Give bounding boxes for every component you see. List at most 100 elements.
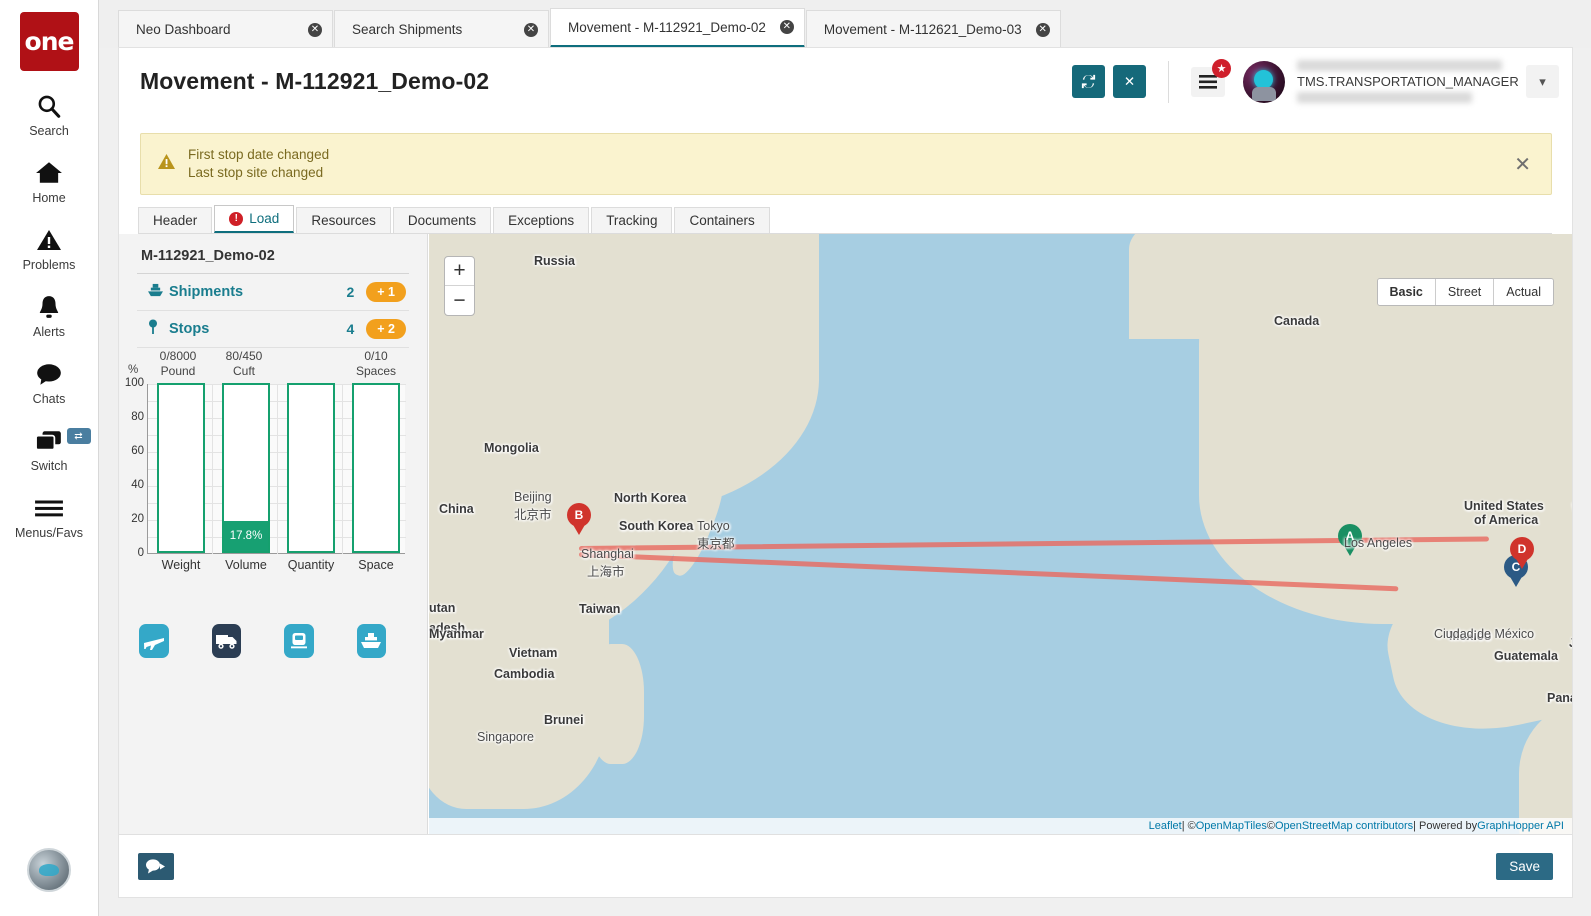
tab-label: Resources bbox=[311, 213, 376, 228]
tab-tracking[interactable]: Tracking bbox=[591, 207, 672, 233]
openstreetmap-link[interactable]: OpenStreetMap contributors bbox=[1275, 820, 1413, 832]
browser-tab-label: Neo Dashboard bbox=[136, 22, 231, 37]
refresh-icon bbox=[1080, 73, 1097, 90]
ocean-mode-icon[interactable] bbox=[357, 624, 387, 658]
map-marker-a[interactable]: A bbox=[1338, 524, 1362, 557]
user-role: TMS.TRANSPORTATION_MANAGER bbox=[1297, 74, 1512, 89]
map-attribution: Leaflet | © OpenMapTiles © OpenStreetMap… bbox=[429, 818, 1572, 834]
map-layer-switcher[interactable]: Basic Street Actual bbox=[1377, 278, 1554, 306]
layer-actual[interactable]: Actual bbox=[1494, 279, 1553, 305]
browser-tab-movement-demo-02[interactable]: Movement - M-112921_Demo-02 ✕ bbox=[550, 8, 805, 48]
chart-plot-area: 100 80 60 40 20 0 bbox=[147, 384, 405, 554]
zoom-in-button[interactable]: + bbox=[445, 257, 474, 286]
rail-mode-icon[interactable] bbox=[284, 624, 314, 658]
save-button[interactable]: Save bbox=[1496, 853, 1553, 880]
hamburger-icon bbox=[1199, 75, 1217, 89]
capacity-header-value: 0/8000 bbox=[141, 349, 215, 364]
tab-label: Tracking bbox=[606, 213, 657, 228]
rail-label-search: Search bbox=[29, 124, 69, 138]
close-icon[interactable]: ✕ bbox=[1036, 23, 1050, 37]
rail-item-switch[interactable]: ⇄ Switch bbox=[0, 426, 99, 473]
close-icon[interactable]: ✕ bbox=[308, 23, 322, 37]
tab-containers[interactable]: Containers bbox=[674, 207, 769, 233]
chart-capacity-headers: 0/8000 Pound 80/450 Cuft 0/10 bbox=[119, 349, 428, 381]
xlabel-weight: Weight bbox=[144, 558, 218, 572]
browser-tab-search-shipments[interactable]: Search Shipments ✕ bbox=[334, 10, 549, 48]
shipment-map[interactable]: + − Add Shipments Basic Street Actual bbox=[429, 234, 1572, 834]
page-footer: Save bbox=[119, 834, 1572, 897]
summary-count: 4 bbox=[346, 321, 354, 337]
rail-item-chats[interactable]: Chats bbox=[0, 359, 99, 406]
capacity-utilization-chart: % 0/8000 Pound 80/450 Cuft bbox=[119, 349, 428, 609]
alert-message-2: Last stop site changed bbox=[188, 164, 329, 182]
attrib-sep: © bbox=[1267, 820, 1275, 832]
xlabel-quantity: Quantity bbox=[274, 558, 348, 572]
attrib-sep: | © bbox=[1182, 820, 1196, 832]
browser-tab-label: Search Shipments bbox=[352, 22, 462, 37]
tab-load[interactable]: ! Load bbox=[214, 205, 294, 233]
bar-weight[interactable] bbox=[157, 383, 205, 553]
refresh-button[interactable] bbox=[1072, 65, 1105, 98]
error-badge-icon: ! bbox=[229, 212, 243, 226]
capacity-header-unit: Pound bbox=[141, 364, 215, 379]
summary-row-stops[interactable]: Stops 4 + 2 bbox=[137, 311, 409, 348]
tab-label: Load bbox=[249, 211, 279, 226]
layer-basic[interactable]: Basic bbox=[1378, 279, 1436, 305]
rail-item-home[interactable]: Home bbox=[0, 158, 99, 205]
alert-banner: First stop date changed Last stop site c… bbox=[140, 133, 1552, 195]
browser-tab-movement-demo-03[interactable]: Movement - M-112621_Demo-03 ✕ bbox=[806, 10, 1061, 48]
rail-avatar[interactable] bbox=[27, 848, 71, 892]
map-marker-d[interactable]: D bbox=[1510, 537, 1534, 570]
rail-item-alerts[interactable]: Alerts bbox=[0, 292, 99, 339]
rail-label-switch: Switch bbox=[31, 459, 68, 473]
header-divider bbox=[1168, 61, 1169, 103]
summary-label: Stops bbox=[169, 321, 209, 337]
app-logo[interactable]: one bbox=[20, 12, 79, 71]
zoom-out-button[interactable]: − bbox=[445, 286, 474, 315]
tab-header[interactable]: Header bbox=[138, 207, 212, 233]
tab-resources[interactable]: Resources bbox=[296, 207, 391, 233]
summary-row-shipments[interactable]: Shipments 2 + 1 bbox=[137, 274, 409, 311]
star-badge-icon: ★ bbox=[1212, 59, 1231, 78]
close-page-button[interactable]: ✕ bbox=[1113, 65, 1146, 98]
capacity-header-unit: Spaces bbox=[339, 364, 413, 379]
transport-mode-selector bbox=[139, 624, 429, 658]
bar-space[interactable] bbox=[352, 383, 400, 553]
bar-quantity[interactable] bbox=[287, 383, 335, 553]
leaflet-link[interactable]: Leaflet bbox=[1149, 820, 1182, 832]
layer-street[interactable]: Street bbox=[1436, 279, 1494, 305]
xlabel-volume: Volume bbox=[209, 558, 283, 572]
truck-mode-icon[interactable] bbox=[212, 624, 242, 658]
close-icon: ✕ bbox=[1514, 154, 1531, 176]
map-zoom-control[interactable]: + − bbox=[444, 256, 475, 316]
switch-badge[interactable]: ⇄ bbox=[67, 428, 91, 444]
xlabel-space: Space bbox=[339, 558, 413, 572]
tab-exceptions[interactable]: Exceptions bbox=[493, 207, 589, 233]
rail-item-problems[interactable]: Problems bbox=[0, 225, 99, 272]
rail-label-home: Home bbox=[32, 191, 65, 205]
capacity-header-unit: Cuft bbox=[207, 364, 281, 379]
graphhopper-link[interactable]: GraphHopper API bbox=[1477, 820, 1564, 832]
bar-volume[interactable]: 17.8% bbox=[222, 383, 270, 553]
rail-item-search[interactable]: Search bbox=[0, 91, 99, 138]
openmaptiles-link[interactable]: OpenMapTiles bbox=[1196, 820, 1267, 832]
air-mode-icon[interactable] bbox=[139, 624, 169, 658]
capacity-header-space: 0/10 Spaces bbox=[339, 349, 413, 379]
close-icon[interactable]: ✕ bbox=[780, 20, 794, 34]
rail-label-chats: Chats bbox=[33, 392, 66, 406]
summary-delta-badge: + 1 bbox=[366, 282, 406, 302]
chat-toggle-button[interactable] bbox=[138, 853, 174, 880]
tab-documents[interactable]: Documents bbox=[393, 207, 491, 233]
notifications-menu-button[interactable]: ★ bbox=[1191, 67, 1225, 97]
close-icon[interactable]: ✕ bbox=[524, 23, 538, 37]
tab-label: Documents bbox=[408, 213, 476, 228]
search-icon bbox=[36, 91, 62, 121]
dismiss-banner-button[interactable]: ✕ bbox=[1510, 152, 1535, 177]
content-split: M-112921_Demo-02 Shipments 2 + 1 Stops 4 bbox=[119, 234, 1572, 834]
user-org-redacted bbox=[1297, 92, 1472, 103]
user-avatar[interactable] bbox=[1243, 61, 1285, 103]
browser-tab-neo-dashboard[interactable]: Neo Dashboard ✕ bbox=[118, 10, 333, 48]
rail-item-menus-favs[interactable]: Menus/Favs bbox=[0, 493, 99, 540]
map-marker-b[interactable]: B bbox=[567, 503, 591, 536]
user-menu-caret[interactable]: ▾ bbox=[1526, 65, 1559, 98]
